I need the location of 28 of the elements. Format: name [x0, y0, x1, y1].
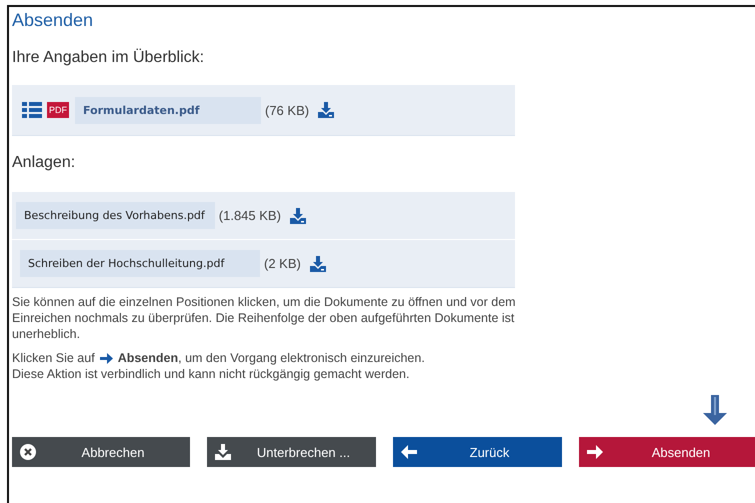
file-size: (1.845 KB)	[218, 208, 281, 223]
arrow-left-icon	[401, 444, 417, 460]
section-heading: Ihre Angaben im Überblick:	[12, 49, 206, 68]
info-text: Sie können auf die einzelnen Positionen klicken, um die Dokumente zu öffnen und vor dem Einreichen nochmals zu überprüfen. Die Reihenfolge der oben aufgeführten Dokumente ist unerheblich.	[12, 294, 517, 342]
cancel-button[interactable]: Abbrechen	[12, 437, 190, 467]
download-icon	[288, 206, 307, 224]
file-link[interactable]: Schreiben der Hochschulleitung.pdf	[20, 250, 260, 277]
download-icon	[215, 444, 231, 460]
download-icon	[317, 101, 336, 119]
arrow-right-icon	[587, 444, 603, 460]
pause-button[interactable]: Unterbrechen ...	[207, 437, 376, 467]
page-title: Absenden	[12, 10, 94, 31]
arrow-right-icon	[100, 352, 113, 364]
close-icon	[20, 444, 36, 460]
instruction-text: Klicken Sie auf	[12, 350, 95, 366]
section-heading: Anlagen:	[12, 154, 76, 173]
submit-button[interactable]: Absenden	[579, 437, 755, 467]
pdf-badge: PDF	[47, 102, 69, 118]
back-button[interactable]: Zurück	[393, 437, 562, 467]
instruction-text: Absenden, um den Vorgang elektronisch einzureichen.	[118, 350, 425, 366]
file-link[interactable]: Beschreibung des Vorhabens.pdf	[16, 202, 215, 229]
instruction-text: Diese Aktion ist verbindlich und kann nicht rückgängig gemacht werden.	[12, 366, 410, 382]
down-arrow-icon	[703, 395, 727, 425]
file-size: (76 KB)	[265, 102, 310, 118]
file-link[interactable]: Formulardaten.pdf	[75, 96, 261, 124]
file-size: (2 KB)	[264, 256, 301, 271]
download-icon	[308, 254, 327, 272]
list-icon	[22, 102, 42, 118]
